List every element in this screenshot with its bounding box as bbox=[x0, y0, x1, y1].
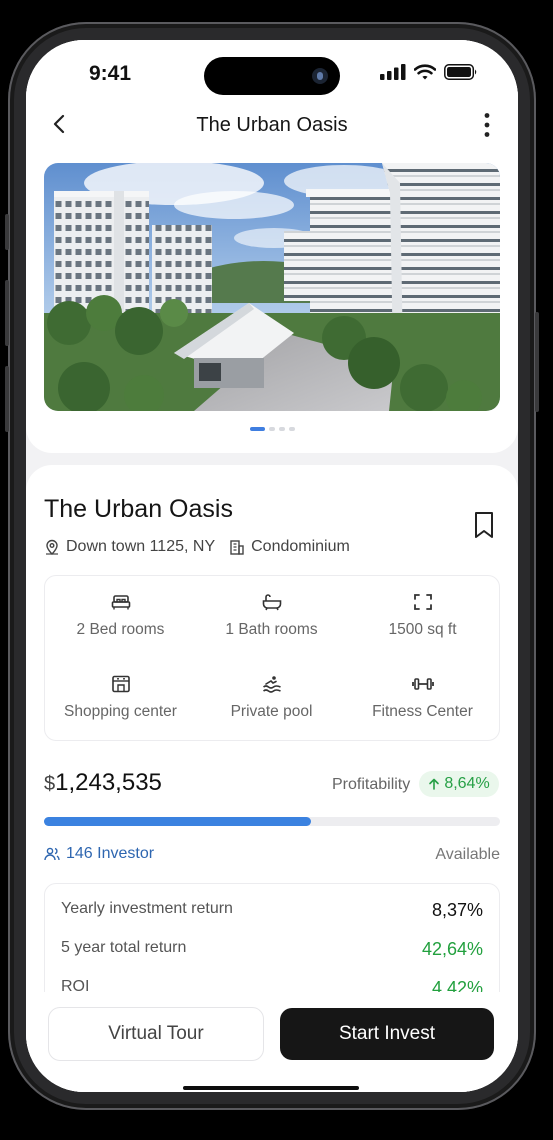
investor-count[interactable]: 146 Investor bbox=[44, 845, 154, 863]
feature-fitness: Fitness Center bbox=[347, 675, 498, 721]
feature-bathrooms: 1 Bath rooms bbox=[196, 593, 347, 639]
feature-pool: Private pool bbox=[196, 675, 347, 721]
status-time: 9:41 bbox=[89, 62, 132, 85]
return-label: Yearly investment return bbox=[61, 900, 233, 917]
home-indicator[interactable] bbox=[183, 1086, 359, 1090]
property-type: Condominium bbox=[251, 538, 350, 555]
users-icon bbox=[44, 847, 60, 861]
property-photo[interactable] bbox=[44, 163, 500, 411]
app-header: The Urban Oasis bbox=[26, 110, 518, 142]
status-bar: 9:41 bbox=[26, 40, 518, 110]
property-location: Down town 1125, NY bbox=[66, 538, 216, 555]
feature-area: 1500 sq ft bbox=[347, 593, 498, 639]
bathtub-icon bbox=[262, 594, 281, 611]
battery-icon bbox=[444, 64, 477, 80]
pagination-dot-active[interactable] bbox=[249, 427, 265, 431]
feature-label: Fitness Center bbox=[372, 703, 473, 720]
power-button bbox=[535, 312, 539, 412]
page-title: The Urban Oasis bbox=[196, 114, 348, 136]
mute-switch bbox=[5, 214, 9, 250]
app-screen: 9:41 The Urban Oasis The Urban Oasis Dow… bbox=[26, 40, 518, 1092]
return-row-yearly: Yearly investment return 8,37% bbox=[61, 900, 483, 921]
arrow-up-icon bbox=[429, 778, 440, 790]
return-value: 8,37% bbox=[431, 900, 483, 920]
status-icons bbox=[380, 64, 478, 80]
funding-progress-fill bbox=[44, 817, 311, 826]
property-price: $1,243,535 bbox=[44, 769, 162, 797]
pagination-dot[interactable] bbox=[288, 427, 295, 431]
bed-icon bbox=[111, 595, 130, 610]
pool-icon bbox=[262, 676, 281, 693]
feature-bedrooms: 2 Bed rooms bbox=[45, 593, 196, 639]
profitability-label: Profitability bbox=[332, 776, 411, 793]
cellular-signal-icon bbox=[380, 64, 406, 80]
dynamic-island bbox=[204, 57, 340, 95]
feature-label: Shopping center bbox=[64, 703, 177, 720]
location-pin-icon bbox=[46, 539, 58, 555]
feature-label: Private pool bbox=[230, 703, 313, 720]
pagination-dot[interactable] bbox=[268, 427, 275, 431]
dumbbell-icon bbox=[411, 678, 434, 690]
shop-icon bbox=[111, 675, 130, 693]
property-name: The Urban Oasis bbox=[44, 495, 233, 523]
feature-label: 1 Bath rooms bbox=[225, 621, 318, 638]
return-value: 42,64% bbox=[421, 939, 483, 959]
front-camera-icon bbox=[312, 68, 328, 84]
profitability-badge: 8,64% bbox=[419, 771, 499, 797]
investor-count-label: 146 Investor bbox=[66, 845, 155, 862]
more-options-icon[interactable] bbox=[482, 112, 492, 138]
bookmark-icon[interactable] bbox=[472, 511, 496, 539]
gallery-pagination[interactable] bbox=[26, 427, 518, 431]
area-frame-icon bbox=[413, 594, 432, 610]
price-amount: 1,243,535 bbox=[55, 769, 162, 796]
feature-shopping: Shopping center bbox=[45, 675, 196, 721]
pagination-dot[interactable] bbox=[278, 427, 285, 431]
gallery-card: 9:41 The Urban Oasis bbox=[26, 40, 518, 453]
feature-label: 2 Bed rooms bbox=[76, 621, 165, 638]
currency-symbol: $ bbox=[44, 773, 56, 795]
feature-label: 1500 sq ft bbox=[388, 621, 457, 638]
availability-status: Available bbox=[435, 846, 500, 863]
volume-down-button bbox=[5, 366, 9, 432]
virtual-tour-button[interactable]: Virtual Tour bbox=[48, 1007, 264, 1061]
start-invest-button[interactable]: Start Invest bbox=[280, 1008, 494, 1060]
funding-progress-bar bbox=[44, 817, 500, 826]
condominium-photo-illustration bbox=[44, 163, 500, 411]
features-grid: 2 Bed rooms 1 Bath rooms 1500 sq ft Shop… bbox=[44, 575, 500, 741]
wifi-icon bbox=[414, 64, 436, 80]
bottom-action-bar: Virtual Tour Start Invest bbox=[26, 992, 518, 1092]
volume-up-button bbox=[5, 280, 9, 346]
profitability-value: 8,64% bbox=[444, 775, 490, 792]
return-label: 5 year total return bbox=[61, 939, 187, 956]
property-meta: Down town 1125, NY Condominium bbox=[44, 538, 350, 556]
building-icon bbox=[230, 540, 244, 555]
return-row-5-year: 5 year total return 42,64% bbox=[61, 939, 483, 960]
